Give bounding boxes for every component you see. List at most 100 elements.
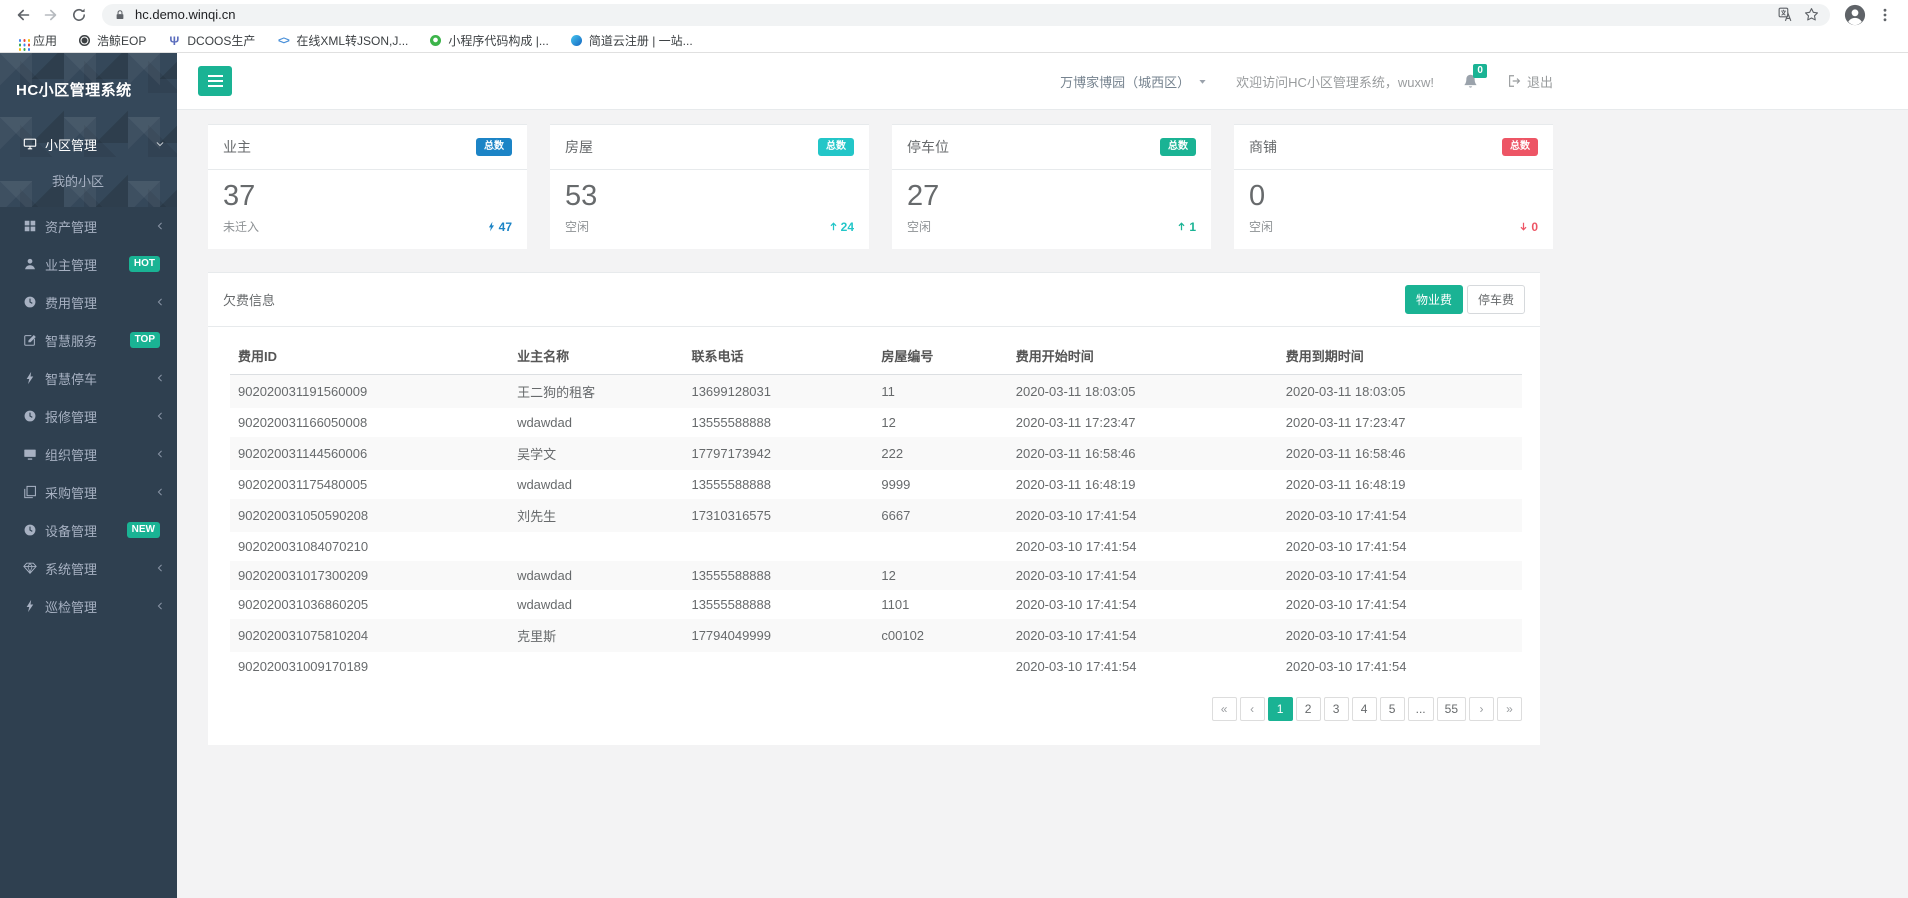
pagination-button-...[interactable]: ... <box>1408 697 1434 721</box>
sidebar-toggle-button[interactable] <box>198 66 232 96</box>
bookmark-item[interactable]: 小程序代码构成 |... <box>430 32 548 49</box>
table-cell: 17797173942 <box>683 437 873 470</box>
sidebar-item-label: 智慧停车 <box>45 369 97 388</box>
sidebar-item-巡检管理[interactable]: 巡检管理 <box>0 587 177 625</box>
table-cell: 2020-03-11 16:58:46 <box>1008 437 1278 470</box>
notifications-button[interactable]: 0 <box>1462 73 1479 90</box>
pagination-button-«[interactable]: « <box>1212 697 1237 721</box>
bookmarks-bar: 应用 浩鲸EOP Ψ DCOOS生产 <> 在线XML转JSON,J... 小程… <box>0 29 1908 53</box>
table-cell: 902020031075810204 <box>230 619 509 652</box>
sidebar-item-资产管理[interactable]: 资产管理 <box>0 207 177 245</box>
globe-favicon-icon <box>79 35 90 46</box>
url-text[interactable]: hc.demo.winqi.cn <box>135 7 1772 22</box>
table-cell <box>509 532 683 561</box>
pagination-button-›[interactable]: › <box>1469 697 1494 721</box>
table-cell: 12 <box>873 561 1007 590</box>
bookmark-star-icon[interactable] <box>1798 5 1824 25</box>
reload-icon[interactable] <box>66 3 92 27</box>
logout-button[interactable]: 退出 <box>1507 72 1553 91</box>
table-row[interactable]: 902020031050590208刘先生1731031657566672020… <box>230 499 1522 532</box>
sidebar-item-费用管理[interactable]: 费用管理 <box>0 283 177 321</box>
forward-icon[interactable] <box>38 3 64 27</box>
table-row[interactable]: 902020031144560006吴学文177971739422222020-… <box>230 437 1522 470</box>
bookmark-item[interactable]: 浩鲸EOP <box>79 32 146 49</box>
arrears-table: 费用ID业主名称联系电话房屋编号费用开始时间费用到期时间 90202003119… <box>230 337 1522 681</box>
sidebar-item-智慧服务[interactable]: 智慧服务 TOP <box>0 321 177 359</box>
chevron-left-icon <box>155 411 165 421</box>
sidebar-item-设备管理[interactable]: 设备管理 NEW <box>0 511 177 549</box>
pagination-button-3[interactable]: 3 <box>1324 697 1349 721</box>
sidebar-item-智慧停车[interactable]: 智慧停车 <box>0 359 177 397</box>
table-cell: 2020-03-10 17:41:54 <box>1278 499 1522 532</box>
pagination-button-2[interactable]: 2 <box>1296 697 1321 721</box>
sidebar-item-业主管理[interactable]: 业主管理 HOT <box>0 245 177 283</box>
stat-card-title: 房屋 <box>565 137 593 157</box>
stat-card-delta: 47 <box>486 220 512 234</box>
fee-type-button-物业费[interactable]: 物业费 <box>1405 285 1463 314</box>
bookmark-label: 浩鲸EOP <box>97 32 146 49</box>
stat-card-sub-label: 空闲 <box>907 218 931 235</box>
chevron-left-icon <box>155 221 165 231</box>
sidebar-item-系统管理[interactable]: 系统管理 <box>0 549 177 587</box>
arrow-down-icon <box>1518 221 1529 232</box>
table-cell: 2020-03-10 17:41:54 <box>1008 499 1278 532</box>
bookmark-item[interactable]: 应用 <box>14 32 57 49</box>
table-row[interactable]: 902020031075810204克里斯17794049999c0010220… <box>230 619 1522 652</box>
fee-type-button-停车费[interactable]: 停车费 <box>1467 285 1525 314</box>
back-icon[interactable] <box>10 3 36 27</box>
sidebar-item-label: 设备管理 <box>45 521 97 540</box>
table-row[interactable]: 902020031017300209wdawdad135555888881220… <box>230 561 1522 590</box>
stat-card-sub-label: 空闲 <box>1249 218 1273 235</box>
table-cell: 2020-03-10 17:41:54 <box>1008 532 1278 561</box>
bolt-icon <box>486 221 497 232</box>
table-cell: 11 <box>873 375 1007 409</box>
table-cell: 902020031166050008 <box>230 408 509 437</box>
edit-icon <box>22 333 37 348</box>
stat-card-total-badge: 总数 <box>1160 138 1196 156</box>
grid-icon <box>22 219 37 234</box>
table-cell: 克里斯 <box>509 619 683 652</box>
translate-icon[interactable] <box>1772 5 1798 25</box>
table-cell: 2020-03-11 17:23:47 <box>1278 408 1522 437</box>
pagination-button-4[interactable]: 4 <box>1352 697 1377 721</box>
sidebar-subitem-my-community[interactable]: 我的小区 <box>0 163 177 197</box>
stat-card: 房屋 总数 53 空闲 24 <box>550 124 869 249</box>
menu-dots-icon[interactable] <box>1872 3 1898 27</box>
table-cell: 2020-03-11 17:23:47 <box>1008 408 1278 437</box>
pagination-button-‹[interactable]: ‹ <box>1240 697 1265 721</box>
arrears-panel: 欠费信息 物业费停车费 费用ID业主名称联系电话房屋编号费用开始时间费用到期时间… <box>208 272 1540 745</box>
stat-card: 商铺 总数 0 空闲 0 <box>1234 124 1553 249</box>
pagination-button-5[interactable]: 5 <box>1380 697 1405 721</box>
table-row[interactable]: 9020200310840702102020-03-10 17:41:54202… <box>230 532 1522 561</box>
sidebar-item-采购管理[interactable]: 采购管理 <box>0 473 177 511</box>
sidebar-item-community-management[interactable]: 小区管理 <box>0 125 177 163</box>
bookmark-item[interactable]: 简道云注册 | 一站... <box>571 32 693 49</box>
table-row[interactable]: 902020031036860205wdawdad135555888881101… <box>230 590 1522 619</box>
pagination-button-»[interactable]: » <box>1497 697 1522 721</box>
community-selector[interactable]: 万博家博园（城西区） <box>1060 72 1208 91</box>
table-row[interactable]: 902020031191560009王二狗的租客1369912803111202… <box>230 375 1522 409</box>
table-cell <box>509 652 683 681</box>
logout-label: 退出 <box>1527 72 1553 91</box>
pagination-button-55[interactable]: 55 <box>1437 697 1466 721</box>
chevron-left-icon <box>155 487 165 497</box>
bookmark-item[interactable]: <> 在线XML转JSON,J... <box>277 32 408 49</box>
sidebar-item-报修管理[interactable]: 报修管理 <box>0 397 177 435</box>
table-row[interactable]: 9020200310091701892020-03-10 17:41:54202… <box>230 652 1522 681</box>
sidebar-item-组织管理[interactable]: 组织管理 <box>0 435 177 473</box>
address-bar[interactable]: hc.demo.winqi.cn <box>102 4 1830 26</box>
monitor-icon <box>22 447 37 462</box>
pagination-button-1[interactable]: 1 <box>1268 697 1293 721</box>
table-row[interactable]: 902020031166050008wdawdad135555888881220… <box>230 408 1522 437</box>
table-cell: 902020031017300209 <box>230 561 509 590</box>
browser-chrome: hc.demo.winqi.cn 应用 浩鲸EOP Ψ DCOOS生产 <> 在… <box>0 0 1908 53</box>
topbar: 万博家博园（城西区） 欢迎访问HC小区管理系统，wuxw! 0 退出 <box>177 53 1908 110</box>
profile-avatar-icon[interactable] <box>1840 2 1870 28</box>
bookmark-item[interactable]: Ψ DCOOS生产 <box>168 32 255 49</box>
table-cell: 13555588888 <box>683 590 873 619</box>
table-cell: 2020-03-10 17:41:54 <box>1008 561 1278 590</box>
bookmark-label: 小程序代码构成 |... <box>448 32 548 49</box>
arrow-up-icon <box>1176 221 1187 232</box>
table-row[interactable]: 902020031175480005wdawdad135555888889999… <box>230 470 1522 499</box>
table-cell: 2020-03-10 17:41:54 <box>1278 619 1522 652</box>
